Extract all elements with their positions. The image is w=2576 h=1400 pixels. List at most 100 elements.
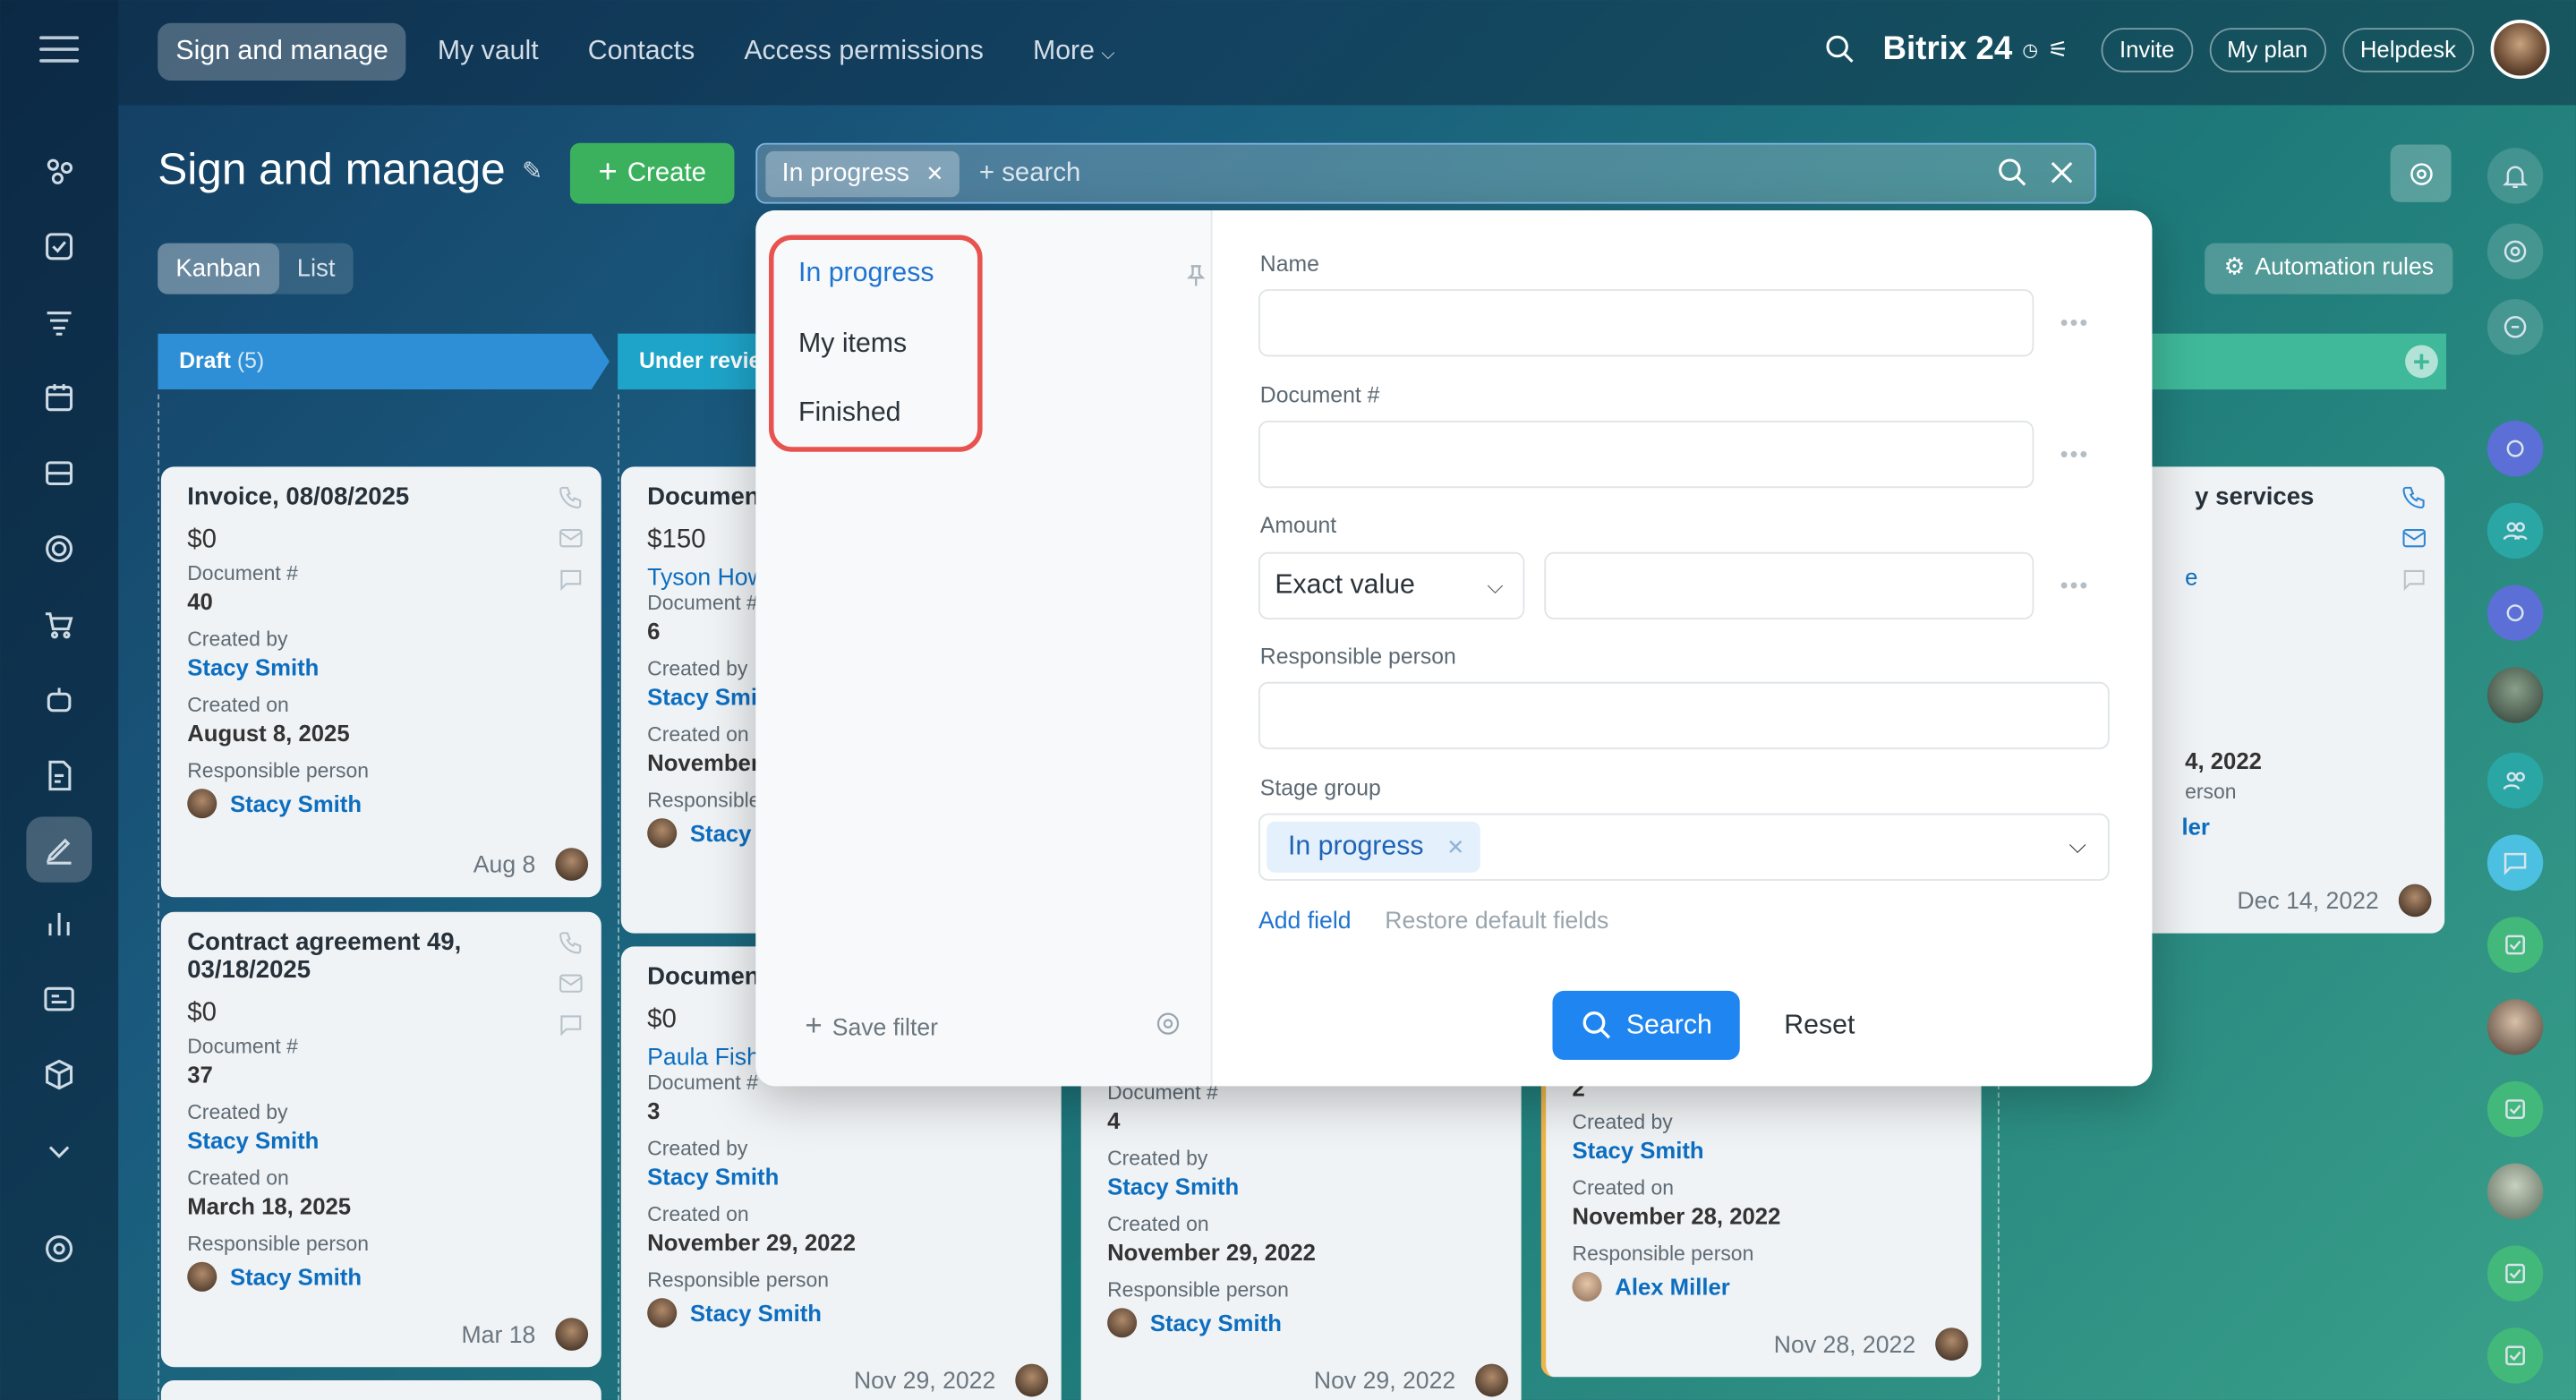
sign-icon[interactable] [26, 816, 92, 883]
settings-button[interactable] [2390, 144, 2452, 202]
chat-search-icon[interactable] [2486, 299, 2544, 355]
created-by-link[interactable]: Stacy Smith [647, 1164, 1035, 1190]
user-avatar[interactable] [2486, 1163, 2544, 1220]
task-check-icon[interactable] [2486, 1327, 2544, 1384]
feed-icon[interactable] [26, 289, 91, 354]
kanban-card[interactable]: Invoice, 08/08/2025 $0 Document # 40 Cre… [160, 466, 601, 898]
preset-my-items[interactable]: My items [798, 329, 907, 360]
add-field-link[interactable]: Add field [1258, 909, 1352, 935]
user-avatar[interactable] [2490, 20, 2550, 80]
created-by-link[interactable]: Stacy Smith [1107, 1174, 1495, 1199]
analytics-icon[interactable] [26, 891, 91, 956]
copilot-icon[interactable] [2486, 223, 2544, 280]
restore-default-fields-link[interactable]: Restore default fields [1385, 909, 1608, 935]
user-avatar[interactable] [2486, 999, 2544, 1055]
responsible-person-input[interactable] [1258, 681, 2110, 750]
responsible-person[interactable]: Stacy Smith [187, 1261, 575, 1292]
search-button[interactable]: Search [1552, 990, 1740, 1061]
crm-icon[interactable] [26, 138, 91, 203]
add-column-icon[interactable]: + [2405, 345, 2438, 379]
responsible-person[interactable]: Stacy Smith [647, 1298, 1035, 1328]
preset-in-progress[interactable]: In progress [798, 258, 934, 289]
responsible-link[interactable]: ler [2145, 814, 2418, 840]
kanban-card[interactable] [160, 1379, 601, 1400]
close-icon[interactable]: ✕ [1446, 835, 1464, 860]
my-plan-button[interactable]: My plan [2208, 27, 2326, 72]
cards-icon[interactable] [26, 966, 91, 1031]
menu-icon[interactable] [39, 36, 80, 69]
search-icon[interactable] [1823, 33, 1856, 66]
tab-contacts[interactable]: Contacts [570, 23, 713, 81]
tab-sign-and-manage[interactable]: Sign and manage [158, 22, 407, 81]
kanban-card[interactable]: Document # 4 Created by Stacy Smith Crea… [1080, 1051, 1522, 1400]
tab-more[interactable]: More ⌵ [1015, 23, 1133, 81]
column-under-review[interactable]: Under revie [618, 333, 766, 390]
reset-button[interactable]: Reset [1784, 1011, 1855, 1042]
amount-mode-select[interactable]: Exact value ⌵ [1258, 551, 1525, 620]
created-by-link[interactable]: Stacy Smith [1573, 1137, 1956, 1163]
task-check-icon[interactable] [2486, 1080, 2544, 1138]
chat-icon[interactable] [2401, 565, 2428, 593]
task-check-icon[interactable] [2486, 917, 2544, 973]
chat-icon[interactable] [557, 565, 584, 593]
responsible-person[interactable]: Alex Miller [1572, 1271, 1956, 1302]
drive-icon[interactable] [26, 440, 91, 506]
phone-icon[interactable] [2401, 483, 2428, 511]
more-options-icon[interactable]: ••• [2060, 309, 2090, 335]
settings-gear-icon[interactable] [26, 1216, 91, 1281]
task-check-icon[interactable] [2486, 1245, 2544, 1302]
helpdesk-button[interactable]: Helpdesk [2341, 27, 2475, 72]
save-filter-button[interactable]: + Save filter [805, 1009, 938, 1044]
channel-icon[interactable] [2486, 585, 2544, 641]
clear-icon[interactable] [2045, 156, 2078, 189]
kanban-card[interactable]: 2 Created by Stacy Smith Created on Nove… [1540, 1051, 1982, 1378]
mail-icon[interactable] [557, 969, 584, 997]
target-icon[interactable] [26, 516, 91, 581]
mail-icon[interactable] [2401, 525, 2428, 552]
filter-settings-button[interactable] [1153, 1009, 1182, 1038]
view-list-button[interactable]: List [279, 243, 354, 295]
chevron-down-icon[interactable] [26, 1117, 91, 1182]
card-title[interactable]: y services [2145, 483, 2418, 511]
tasks-icon[interactable] [26, 214, 91, 279]
chat-bubble-icon[interactable] [2486, 834, 2544, 891]
robot-icon[interactable] [26, 667, 91, 732]
created-by-link[interactable]: Stacy Smith [187, 1127, 575, 1153]
channel-icon[interactable] [2486, 420, 2544, 477]
created-by-link[interactable]: Stacy Smith [187, 654, 575, 680]
document-edit-icon[interactable] [26, 743, 91, 808]
document-number-input[interactable] [1258, 420, 2034, 489]
responsible-person[interactable]: Stacy Smith [187, 789, 575, 819]
more-options-icon[interactable]: ••• [2060, 572, 2090, 598]
close-icon[interactable]: ✕ [925, 161, 943, 186]
phone-icon[interactable] [557, 928, 584, 956]
create-button[interactable]: + Create [569, 142, 735, 204]
tab-access-permissions[interactable]: Access permissions [726, 23, 1002, 81]
bell-icon[interactable] [2486, 148, 2544, 204]
search-input[interactable]: + search [979, 145, 1080, 202]
chat-icon[interactable] [557, 1011, 584, 1038]
client-link[interactable]: e [2145, 564, 2418, 590]
group-icon[interactable] [2486, 502, 2544, 559]
amount-input[interactable] [1544, 551, 2034, 620]
name-input[interactable] [1258, 289, 2034, 357]
stage-group-select[interactable]: In progress ✕ ⌵ [1258, 813, 2110, 881]
chevron-down-icon[interactable]: ⌵ [2069, 832, 2087, 859]
mail-icon[interactable] [557, 525, 584, 552]
sliders-icon[interactable]: ⚟ [2048, 35, 2068, 63]
responsible-person[interactable]: Stacy Smith [1107, 1308, 1495, 1338]
calendar-icon[interactable] [26, 365, 91, 431]
active-filter-chip[interactable]: In progress ✕ [765, 150, 960, 198]
invite-button[interactable]: Invite [2101, 27, 2193, 72]
column-draft[interactable]: Draft (5) [158, 333, 610, 390]
automation-rules-button[interactable]: ⚙ Automation rules [2205, 243, 2453, 295]
preset-finished[interactable]: Finished [798, 397, 900, 429]
card-title[interactable]: Contract agreement 49, 03/18/2025 [187, 928, 516, 984]
pin-icon[interactable]: ✎ [522, 155, 542, 184]
search-icon[interactable] [1996, 156, 2029, 189]
cart-icon[interactable] [26, 592, 91, 657]
phone-icon[interactable] [557, 483, 584, 511]
filter-search-bar[interactable]: In progress ✕ + search [755, 142, 2097, 204]
tab-my-vault[interactable]: My vault [420, 23, 557, 81]
kanban-card[interactable]: y services e 4, 2022 erson ler Dec 14, 2… [2119, 466, 2445, 934]
